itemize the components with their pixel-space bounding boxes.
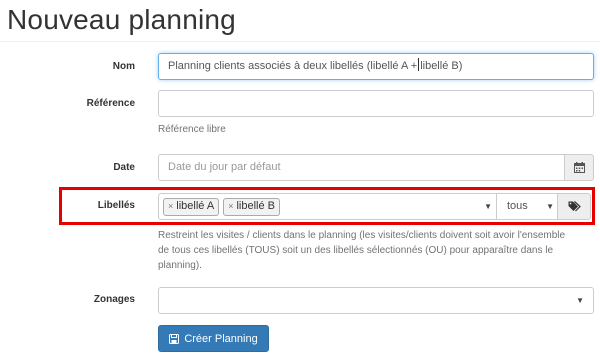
date-placeholder: Date du jour par défaut bbox=[168, 161, 281, 173]
calendar-icon bbox=[573, 162, 585, 173]
calendar-button[interactable] bbox=[564, 154, 594, 181]
create-planning-button[interactable]: Créer Planning bbox=[158, 325, 269, 352]
reference-input[interactable] bbox=[158, 90, 594, 117]
date-label: Date bbox=[113, 162, 135, 173]
nom-value-after: libellé B) bbox=[420, 60, 463, 72]
highlight-box bbox=[59, 187, 595, 225]
nom-input[interactable]: Planning clients associés à deux libellé… bbox=[158, 53, 594, 80]
libelles-help: Restreint les visites / clients dans le … bbox=[158, 230, 566, 271]
reference-help: Référence libre bbox=[158, 124, 226, 135]
date-input[interactable]: Date du jour par défaut bbox=[158, 154, 565, 181]
reference-label: Référence bbox=[86, 98, 135, 109]
nom-value-before: Planning clients associés à deux libellé… bbox=[168, 60, 418, 72]
zonages-select[interactable]: ▼ bbox=[158, 287, 594, 314]
create-planning-label: Créer Planning bbox=[184, 332, 258, 345]
page-title: Nouveau planning bbox=[7, 4, 236, 35]
title-divider bbox=[0, 41, 600, 42]
zonages-label: Zonages bbox=[93, 294, 135, 305]
chevron-down-icon: ▼ bbox=[576, 296, 584, 305]
save-icon bbox=[169, 333, 180, 344]
nom-label: Nom bbox=[112, 61, 135, 72]
